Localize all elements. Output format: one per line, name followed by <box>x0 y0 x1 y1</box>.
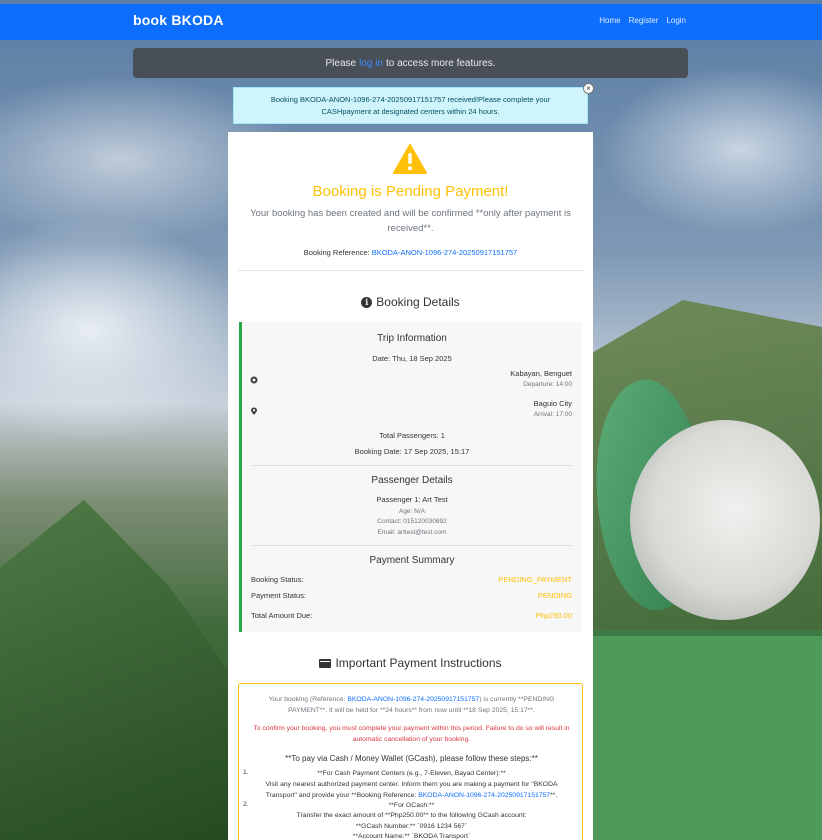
booking-reference-value: BKODA-ANON-1096-274-20250917151757 <box>371 248 518 257</box>
trip-origin: Kabayan, Benguet <box>510 369 572 378</box>
login-link[interactable]: log in <box>359 58 383 69</box>
booking-details-heading: i Booking Details <box>228 295 593 309</box>
login-notice-after: to access more features. <box>385 57 496 69</box>
step-1-text-b: **. <box>550 791 558 799</box>
gcash-number: **GCash Number:** `0916 1234 567` <box>355 823 468 830</box>
payment-status-value: PENDING <box>537 591 572 600</box>
step-1-text: Visit any nearest authorized payment cen… <box>253 780 570 801</box>
passenger-name: Passenger 1: Art Test <box>376 495 448 504</box>
alert-text: Booking BKODA-ANON-1096-274-202509171517… <box>270 95 551 116</box>
instructions-p1-reference: BKODA-ANON-1096-274-20250917151757 <box>347 696 480 703</box>
wallet-icon <box>319 658 332 668</box>
payment-steps-heading: **To pay via Cash / Money Wallet (GCash)… <box>285 754 538 763</box>
booking-reference: Booking Reference: BKODA-ANON-1096-274-2… <box>228 248 593 257</box>
instructions-paragraph-1: Your booking (Reference: BKODA-ANON-1096… <box>253 695 570 717</box>
status-lead: Your booking has been created and will b… <box>250 208 571 234</box>
divider <box>252 545 572 546</box>
payment-instructions-heading: Important Payment Instructions <box>228 656 593 670</box>
step-1-reference: BKODA-ANON-1096-274-20250917151757 <box>418 791 551 799</box>
status-title: Booking is Pending Payment! <box>312 183 509 200</box>
passenger-contact: Contact: 015120030892 <box>377 518 447 525</box>
welcome-sign <box>592 630 822 840</box>
trip-info-heading: Trip Information <box>377 333 447 344</box>
total-passengers: Total Passengers: 1 <box>379 431 445 440</box>
payment-status-label: Payment Status: <box>251 591 307 600</box>
booking-status-label: Booking Status: <box>251 575 304 584</box>
booking-status-value: PENDING_PAYMENT <box>498 575 572 584</box>
booking-details-box: Trip Information Date: Thu, 18 Sep 2025 … <box>239 322 582 632</box>
step-1-title: **For Cash Payment Centers (e.g., 7-Elev… <box>317 770 506 777</box>
trip-departure: Departure: 14:00 <box>523 381 572 388</box>
booking-received-alert: Booking BKODA-ANON-1096-274-202509171517… <box>233 87 588 124</box>
passenger-email: Email: arttest@test.com <box>377 529 447 536</box>
login-notice: Please log in to access more features. <box>133 48 688 78</box>
trip-arrival: Arrival: 17:00 <box>533 411 572 418</box>
divider <box>252 465 572 466</box>
booking-date: Booking Date: 17 Sep 2025, 15:17 <box>354 447 470 456</box>
warning-icon <box>393 144 427 174</box>
trip-destination: Baguio City <box>533 399 572 408</box>
brand-logo[interactable]: book BKODA <box>133 12 224 28</box>
booking-details-title: Booking Details <box>376 295 460 309</box>
nav-links: Home Register Login <box>599 16 686 25</box>
navbar: book BKODA Home Register Login <box>0 4 822 40</box>
alert-close-button[interactable]: × <box>583 83 594 94</box>
divider <box>238 270 583 271</box>
nav-register-link[interactable]: Register <box>629 16 659 25</box>
mountain-left <box>0 500 240 840</box>
step-2-text: Transfer the exact amount of **Php250.00… <box>296 812 527 819</box>
step-2-number: 2. <box>243 801 249 808</box>
step-1-number: 1. <box>243 769 249 776</box>
instructions-p1-text: Your booking (Reference: <box>268 696 346 703</box>
gcash-account-name: **Account Name:** `BKODA Transport` <box>352 833 471 840</box>
destination-pin-icon <box>251 407 257 415</box>
payment-instructions-box: Your booking (Reference: BKODA-ANON-1096… <box>238 683 583 840</box>
nav-login-link[interactable]: Login <box>666 16 686 25</box>
info-icon: i <box>361 296 373 308</box>
payment-summary-heading: Payment Summary <box>369 555 455 566</box>
passenger-age: Age: N/A <box>398 508 425 515</box>
instructions-warning: To confirm your booking, you must comple… <box>253 725 570 743</box>
origin-dot-icon <box>250 376 258 384</box>
payment-instructions-title: Important Payment Instructions <box>335 656 502 670</box>
booking-card: Booking is Pending Payment! Your booking… <box>228 132 593 840</box>
monument-dome <box>630 420 820 620</box>
nav-home-link[interactable]: Home <box>599 16 620 25</box>
total-amount-value: Php250.00 <box>535 611 572 620</box>
login-notice-before: Please <box>325 57 357 69</box>
trip-date: Date: Thu, 18 Sep 2025 <box>372 354 452 363</box>
passenger-details-heading: Passenger Details <box>371 475 453 486</box>
booking-reference-label: Booking Reference: <box>303 248 370 257</box>
step-2-title: **For GCash:** <box>388 802 435 809</box>
total-amount-label: Total Amount Due: <box>251 611 313 620</box>
